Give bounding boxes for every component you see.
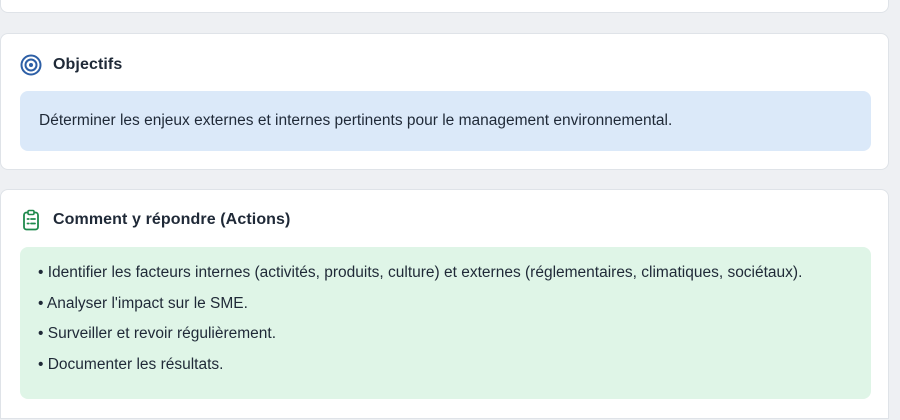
actions-box: • Identifier les facteurs internes (acti… [20, 247, 871, 399]
action-item-analyze: • Analyser l'impact sur le SME. [38, 294, 248, 312]
action-item-identify: • Identifier les facteurs internes (acti… [38, 264, 803, 281]
page: Objectifs Déterminer les enjeux externes… [0, 0, 900, 420]
objectives-text: Déterminer les enjeux externes et intern… [39, 112, 673, 129]
actions-header: Comment y répondre (Actions) [20, 209, 291, 231]
clipboard-list-icon [20, 209, 42, 231]
objectives-header: Objectifs [20, 54, 122, 76]
action-item-monitor: • Surveiller et revoir régulièrement. [38, 325, 277, 342]
objectives-title: Objectifs [53, 56, 123, 73]
objectives-box: Déterminer les enjeux externes et intern… [20, 91, 871, 151]
actions-card: Comment y répondre (Actions) • Identifie… [0, 189, 889, 419]
previous-section-card [0, 0, 889, 13]
actions-title: Comment y répondre (Actions) [53, 211, 291, 228]
target-icon [20, 54, 42, 76]
objectives-card: Objectifs Déterminer les enjeux externes… [0, 33, 889, 170]
action-item-document: • Documenter les résultats. [38, 355, 224, 373]
actions-list: • Identifier les facteurs internes (acti… [38, 263, 871, 385]
